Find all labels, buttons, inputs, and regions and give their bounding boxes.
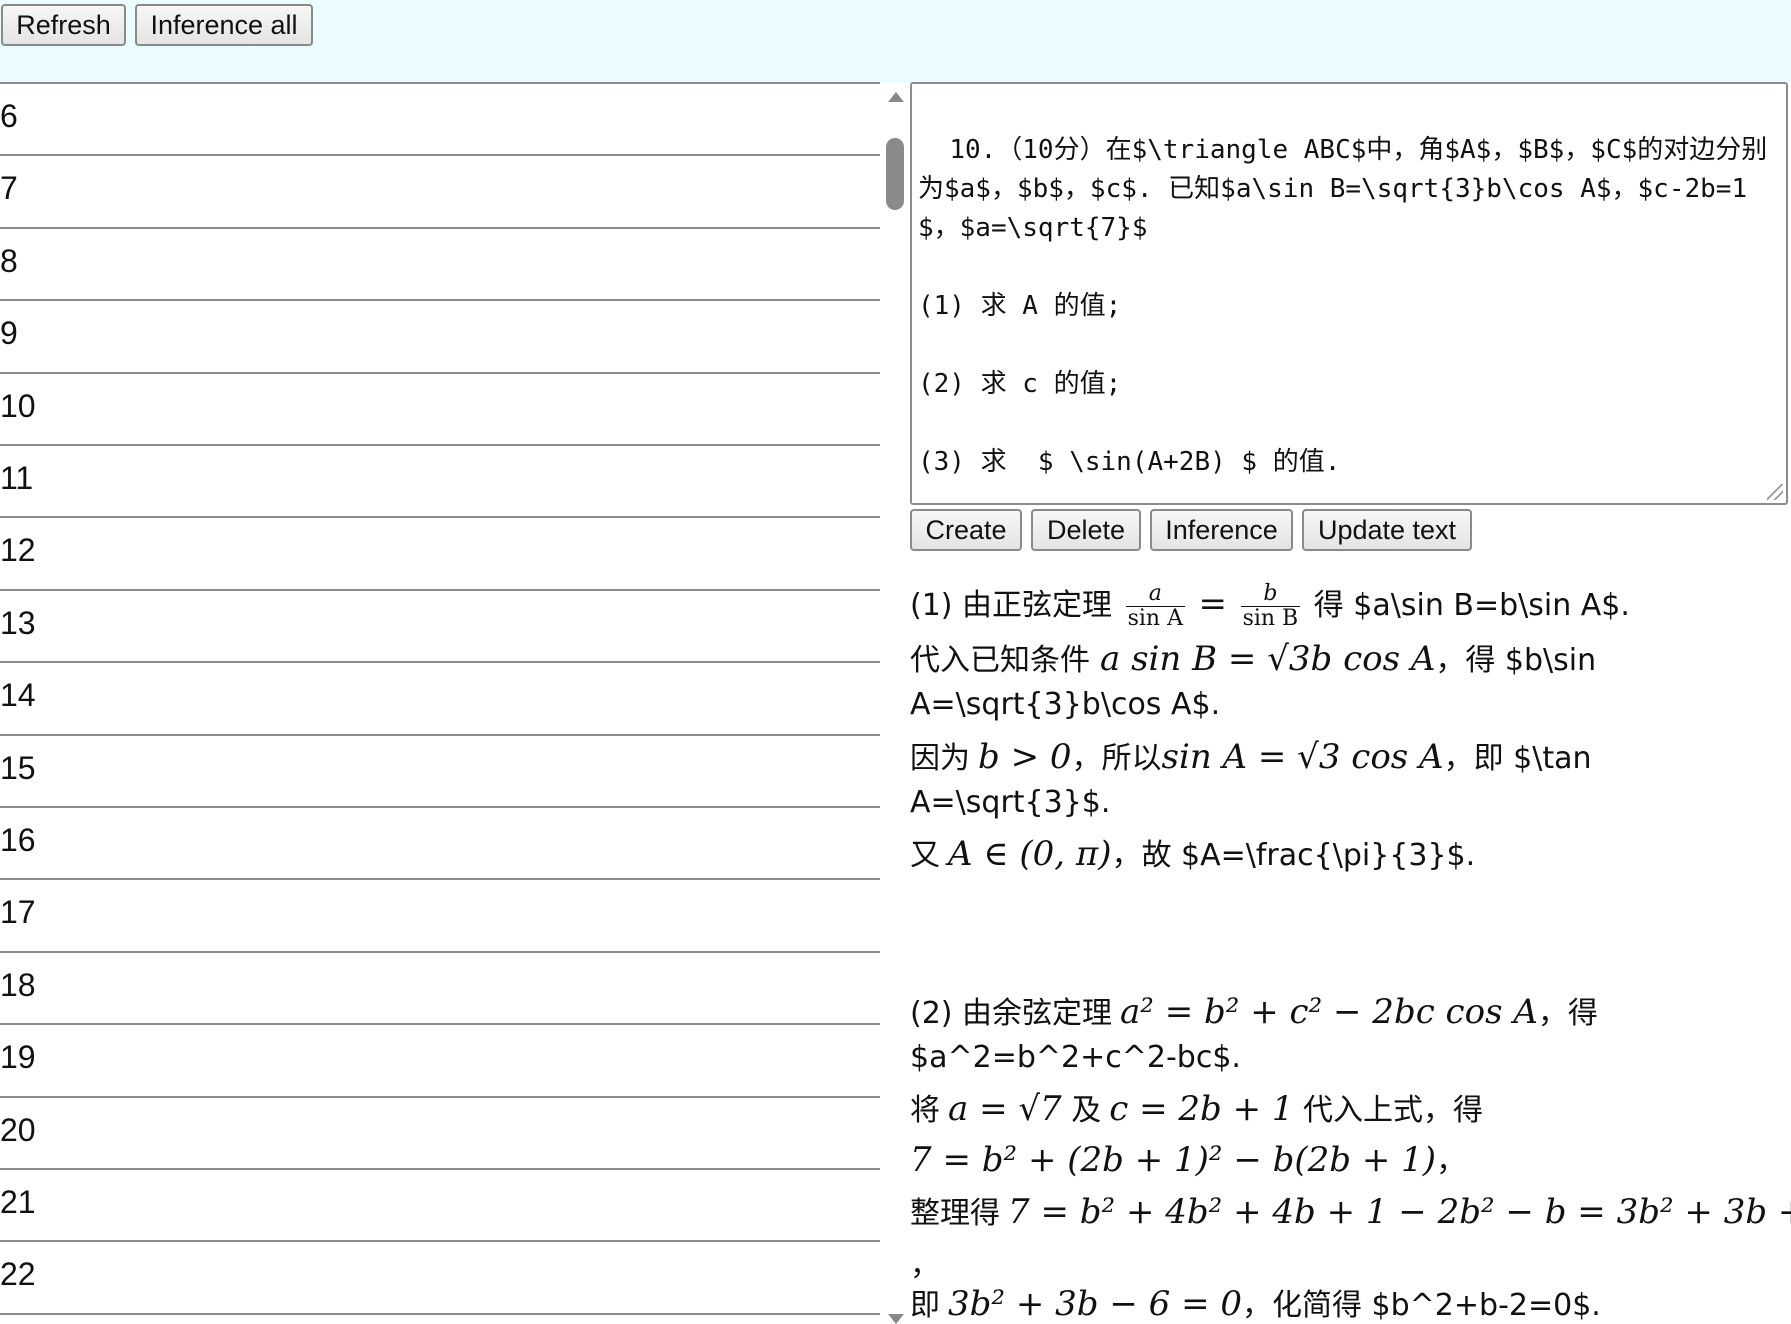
list-item-label: 21 [0, 1184, 36, 1220]
question-text[interactable]: 10.（10分）在$\triangle ABC$中，角$A$，$B$，$C$的对… [918, 135, 1767, 477]
list-item[interactable]: 8 [0, 227, 880, 299]
list-item[interactable]: 10 [0, 372, 880, 444]
scroll-thumb[interactable] [886, 138, 904, 210]
list-item[interactable]: 14 [0, 661, 880, 733]
list-item[interactable]: 20 [0, 1096, 880, 1168]
fraction: a sin A [1125, 581, 1185, 631]
output-line: 将a = √7 及c = 2b + 1 代入上式，得 [910, 1089, 1484, 1129]
output-line: 因为 b > 0，所以sin A = √3 cos A，即 $\tan [910, 737, 1592, 777]
list-item-label: 14 [0, 677, 36, 713]
resize-grip-icon[interactable] [1767, 484, 1783, 500]
list-item-label: 16 [0, 822, 36, 858]
list-item[interactable]: 7 [0, 154, 880, 226]
output-line: A=\sqrt{3}$. [910, 785, 1111, 820]
list-item-label: 13 [0, 605, 36, 641]
list-item[interactable]: 6 [0, 82, 880, 154]
output-line: 7 = b² + (2b + 1)² − b(2b + 1)， [910, 1140, 1467, 1180]
list-item[interactable]: 15 [0, 734, 880, 806]
question-text-editor[interactable]: 10.（10分）在$\triangle ABC$中，角$A$，$B$，$C$的对… [910, 82, 1788, 505]
list-item-label: 22 [0, 1256, 36, 1292]
top-toolbar: Refresh Inference all [0, 0, 1791, 83]
list-item[interactable]: 17 [0, 878, 880, 950]
list-item-label: 6 [0, 98, 18, 134]
list-item[interactable]: 18 [0, 951, 880, 1023]
list-item-label: 19 [0, 1039, 36, 1075]
list-divider [0, 1313, 880, 1324]
create-button[interactable]: Create [910, 509, 1022, 551]
scroll-down-arrow-icon[interactable] [888, 1314, 904, 1324]
delete-button[interactable]: Delete [1031, 509, 1141, 551]
refresh-button[interactable]: Refresh [1, 4, 126, 46]
output-line: ， [910, 1248, 940, 1283]
output-line: 即 3b² + 3b − 6 = 0，化简得 $b^2+b-2=0$. [910, 1284, 1601, 1324]
list-item-label: 9 [0, 315, 18, 351]
update-text-button[interactable]: Update text [1302, 509, 1472, 551]
list-item[interactable]: 22 [0, 1240, 880, 1312]
list-item-label: 15 [0, 750, 36, 786]
item-list: 6 7 8 9 10 11 12 13 14 15 16 17 18 19 20 21 22 [0, 82, 880, 1324]
fraction: b sin B [1240, 581, 1301, 631]
list-item[interactable]: 9 [0, 299, 880, 371]
list-item[interactable]: 19 [0, 1023, 880, 1095]
output-line: 又A ∈ (0, π)，故 $A=\frac{\pi}{3}$. [910, 834, 1476, 874]
list-item-label: 7 [0, 170, 18, 206]
list-item[interactable]: 13 [0, 589, 880, 661]
list-item-label: 10 [0, 388, 36, 424]
inference-button[interactable]: Inference [1150, 509, 1293, 551]
scroll-up-arrow-icon[interactable] [888, 92, 904, 102]
list-item[interactable]: 11 [0, 444, 880, 516]
output-line: A=\sqrt{3}b\cos A$. [910, 687, 1221, 722]
list-item[interactable]: 21 [0, 1168, 880, 1240]
list-item-label: 11 [0, 460, 34, 496]
list-item-label: 8 [0, 243, 18, 279]
list-item-label: 17 [0, 894, 36, 930]
list-item[interactable]: 12 [0, 516, 880, 588]
output-line: (1) 由正弦定理 a sin A = b sin B 得 $a\sin B=b\s… [910, 581, 1630, 631]
output-line: 整理得 7 = b² + 4b² + 4b + 1 − 2b² − b = 3b²… [910, 1192, 1791, 1232]
output-line: (2) 由余弦定理 a² = b² + c² − 2bc cos A，得 [910, 992, 1598, 1032]
inference-all-button[interactable]: Inference all [135, 4, 313, 46]
list-item-label: 12 [0, 532, 36, 568]
list-item-label: 20 [0, 1112, 36, 1148]
output-line: 代入已知条件 a sin B = √3b cos A，得 $b\sin [910, 639, 1597, 679]
list-scrollbar[interactable] [884, 88, 906, 1324]
output-line: $a^2=b^2+c^2-bc$. [910, 1040, 1241, 1075]
list-item[interactable]: 16 [0, 806, 880, 878]
list-item-label: 18 [0, 967, 36, 1003]
